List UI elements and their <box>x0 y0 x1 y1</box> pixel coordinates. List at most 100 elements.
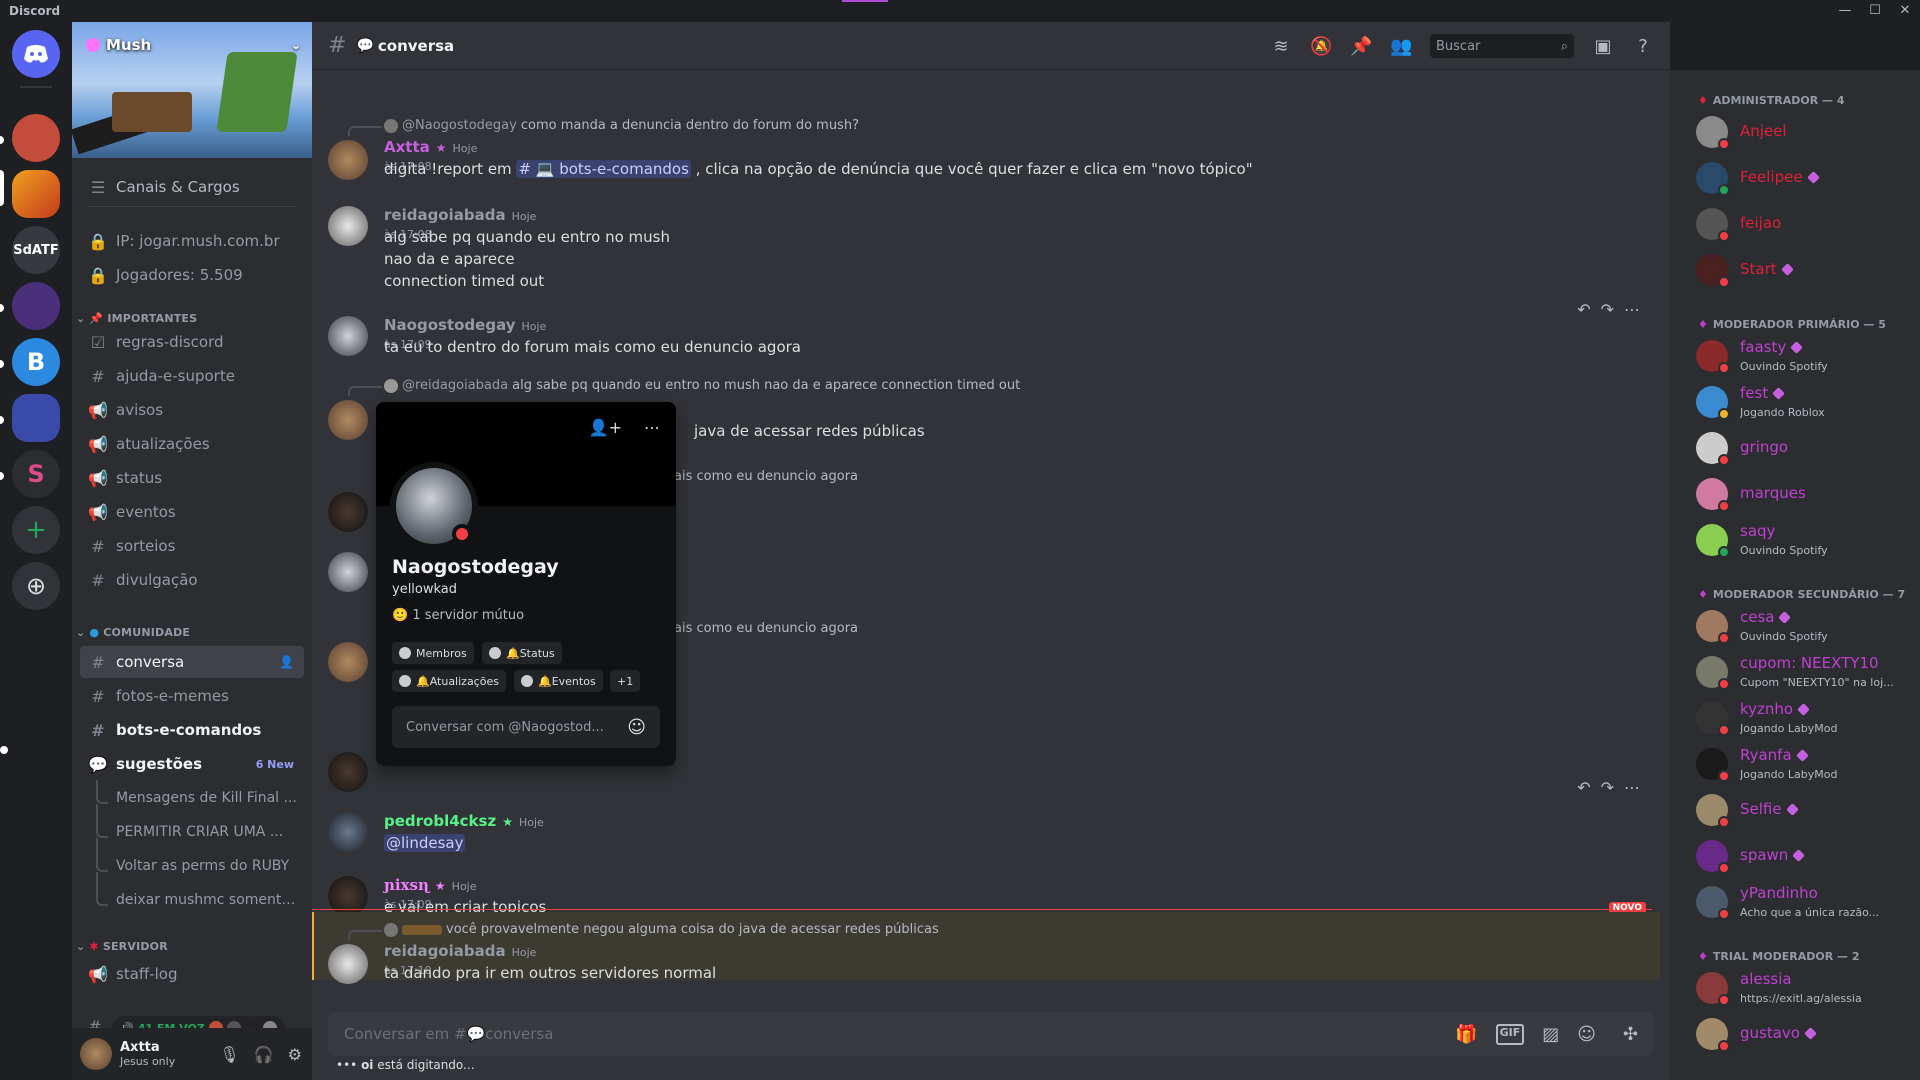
category-important[interactable]: ⌄ 📌 IMPORTANTES <box>76 312 197 325</box>
channel-sorteios[interactable]: # sorteios <box>80 530 304 562</box>
role-chip[interactable]: 🔔Eventos <box>514 670 603 692</box>
close-button[interactable]: ✕ <box>1890 0 1920 22</box>
gif-icon[interactable]: GIF <box>1495 1023 1525 1045</box>
channel-conversa[interactable]: # conversa 👤 <box>80 646 304 678</box>
guild-7[interactable]: S <box>12 450 60 498</box>
help-icon[interactable]: ? <box>1632 36 1654 57</box>
notifications-muted-icon[interactable]: 🔕 <box>1310 36 1332 57</box>
inbox-icon[interactable]: ▣ <box>1592 36 1614 57</box>
guild-6[interactable] <box>12 394 60 442</box>
member-item[interactable]: Ryanfa Jogando LabyMod <box>1696 744 1916 784</box>
avatar[interactable] <box>328 492 368 532</box>
member-item[interactable]: cupom: NEEXTY10 Cupom "NEEXTY10" na loj..… <box>1696 652 1916 692</box>
invite-icon[interactable]: 👤 <box>279 655 294 669</box>
role-chip[interactable]: 🔔Status <box>482 642 562 664</box>
thread-item[interactable]: deixar mushmc somente... <box>116 892 301 908</box>
channel-staff-log[interactable]: 📢 staff-log <box>80 958 304 990</box>
member-item[interactable]: Feelipee <box>1696 158 1916 198</box>
avatar[interactable] <box>328 206 368 246</box>
member-item[interactable]: yPandinho Acho que a única razão... <box>1696 882 1916 922</box>
settings-icon[interactable]: ⚙ <box>288 1045 302 1064</box>
guild-3[interactable]: SdATF <box>12 226 60 274</box>
channel-status[interactable]: 📢 status <box>80 462 304 494</box>
sticker-icon[interactable]: ▨ <box>1542 1024 1559 1045</box>
reply-icon[interactable]: ↶ <box>1577 778 1590 797</box>
thread-item[interactable]: Mensagens de Kill Final ... <box>116 790 301 806</box>
member-item[interactable]: Start <box>1696 250 1916 290</box>
member-item[interactable]: marques <box>1696 474 1916 514</box>
more-icon[interactable]: ⋯ <box>1624 300 1640 319</box>
member-item[interactable]: kyznho Jogando LabyMod <box>1696 698 1916 738</box>
more-icon[interactable]: ⋯ <box>1624 778 1640 797</box>
headphones-icon[interactable]: 🎧 <box>254 1045 274 1064</box>
forward-icon[interactable]: ↷ <box>1601 300 1614 319</box>
member-item[interactable]: Selfie <box>1696 790 1916 830</box>
server-name[interactable]: Mush ⌄ <box>86 36 301 54</box>
reply-preview[interactable]: @reidagoiabada alg sabe pq quando eu entr… <box>384 378 1020 393</box>
member-item[interactable]: gustavo <box>1696 1014 1916 1054</box>
avatar[interactable] <box>328 316 368 356</box>
server-banner[interactable]: Mush ⌄ <box>72 22 312 158</box>
reply-preview[interactable]: você provavelmente negou alguma coisa do… <box>384 922 939 937</box>
emoji-icon[interactable]: ☺ <box>1577 1024 1596 1045</box>
avatar[interactable] <box>328 552 368 592</box>
channel-atualizacoes[interactable]: 📢 atualizações <box>80 428 304 460</box>
add-server-button[interactable]: + <box>12 506 60 554</box>
category-server[interactable]: ⌄ ✱ SERVIDOR <box>76 940 168 953</box>
channel-mention[interactable]: # 💻 bots-e-comandos <box>516 160 691 178</box>
search-input[interactable]: Buscar ⌕ <box>1430 34 1574 58</box>
threads-icon[interactable]: ≋ <box>1270 36 1292 57</box>
channel-avisos[interactable]: 📢 avisos <box>80 394 304 426</box>
avatar[interactable] <box>328 812 368 852</box>
avatar[interactable] <box>328 642 368 682</box>
mutual-servers[interactable]: 🙂 1 servidor mútuo <box>392 608 524 623</box>
message-input[interactable]: Conversar em #💬conversa 🎁 GIF ▨ ☺ ✣ <box>328 1012 1654 1056</box>
home-button[interactable] <box>12 30 60 78</box>
microphone-icon[interactable]: 🎙 <box>219 1045 239 1064</box>
members-icon[interactable]: 👥 <box>1390 36 1412 57</box>
more-icon[interactable]: ⋯ <box>644 418 660 437</box>
direct-message-input[interactable]: Conversar com @Naogostod... ☺ <box>392 706 660 748</box>
member-item[interactable]: Anjeel <box>1696 112 1916 152</box>
avatar[interactable] <box>328 752 368 792</box>
emoji-icon[interactable]: ☺ <box>627 717 646 738</box>
channel-ip[interactable]: 🔒 IP: jogar.mush.com.br <box>80 225 304 257</box>
guild-2[interactable] <box>12 170 60 218</box>
channel-sugestoes[interactable]: 💬 sugestões 6 New <box>80 748 304 780</box>
forward-icon[interactable]: ↷ <box>1601 778 1614 797</box>
avatar[interactable] <box>328 140 368 180</box>
member-item[interactable]: feijao <box>1696 204 1916 244</box>
thread-item[interactable]: Voltar as perms do RUBY <box>116 858 301 874</box>
member-item[interactable]: spawn <box>1696 836 1916 876</box>
category-community[interactable]: ⌄ ● COMUNIDADE <box>76 626 190 639</box>
guild-1[interactable] <box>12 114 60 162</box>
add-friend-icon[interactable]: 👤+ <box>589 418 622 437</box>
member-item[interactable]: alessia https://exitl.ag/alessia <box>1696 968 1916 1008</box>
role-chip[interactable]: 🔔Atualizações <box>392 670 506 692</box>
reply-icon[interactable]: ↶ <box>1577 300 1590 319</box>
avatar[interactable] <box>328 400 368 440</box>
minimize-button[interactable]: — <box>1830 0 1860 22</box>
maximize-button[interactable]: ☐ <box>1860 0 1890 22</box>
gift-icon[interactable]: 🎁 <box>1455 1024 1477 1045</box>
avatar[interactable] <box>328 944 368 984</box>
channels-roles-link[interactable]: ☰ Canais & Cargos <box>80 171 304 203</box>
explore-servers-button[interactable]: ⊕ <box>12 562 60 610</box>
role-chip[interactable]: Membros <box>392 642 474 664</box>
user-info[interactable]: Axtta Jesus only <box>120 1040 175 1068</box>
guild-5[interactable]: B <box>12 338 60 386</box>
channel-bots[interactable]: # bots-e-comandos <box>80 714 304 746</box>
channel-regras[interactable]: ☑ regras-discord <box>80 326 304 358</box>
reply-preview[interactable]: @Naogostodegay como manda a denuncia dent… <box>384 118 859 133</box>
thread-item[interactable]: PERMITIR CRIAR UMA ... <box>116 824 301 840</box>
avatar[interactable] <box>328 876 368 916</box>
more-roles-chip[interactable]: +1 <box>610 670 641 692</box>
user-mention[interactable]: @lindesay <box>384 834 466 852</box>
channel-eventos[interactable]: 📢 eventos <box>80 496 304 528</box>
channel-ajuda[interactable]: # ajuda-e-suporte <box>80 360 304 392</box>
channel-memes[interactable]: # fotos-e-memes <box>80 680 304 712</box>
pin-icon[interactable]: 📌 <box>1350 36 1372 57</box>
member-item[interactable]: faasty Ouvindo Spotify <box>1696 336 1916 376</box>
avatar[interactable] <box>80 1038 112 1070</box>
guild-4[interactable] <box>12 282 60 330</box>
